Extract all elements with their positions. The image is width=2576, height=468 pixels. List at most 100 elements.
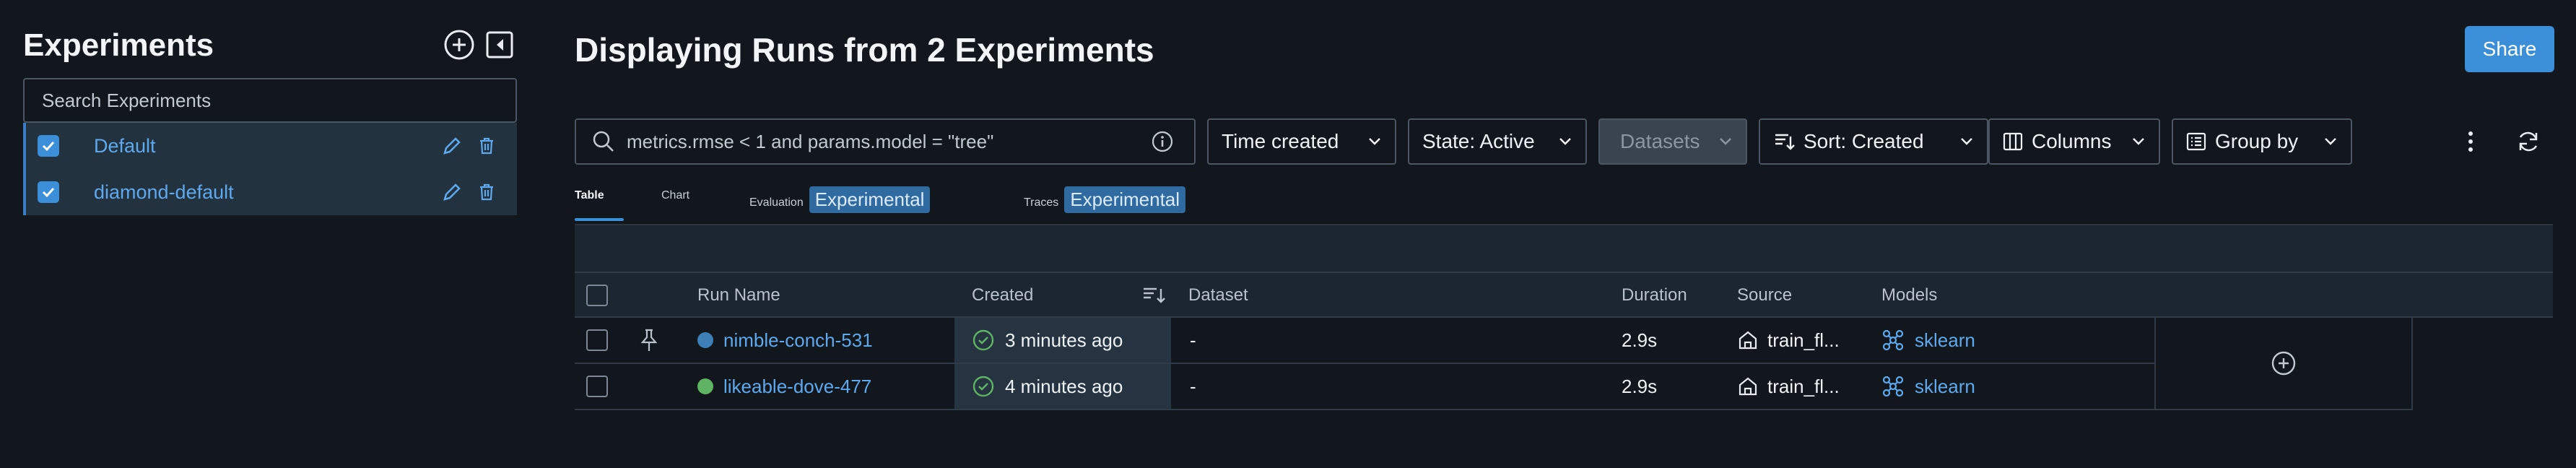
kebab-menu-icon: [2468, 131, 2473, 152]
edit-pencil-icon[interactable]: [442, 136, 462, 156]
check-icon: [42, 141, 55, 152]
sort-label: Sort: Created: [1803, 130, 1924, 152]
sort-dropdown[interactable]: Sort: Created: [1759, 118, 1988, 165]
list-group-icon: [2186, 132, 2206, 151]
experiment-checkbox[interactable]: [38, 181, 59, 203]
state-label: State: Active: [1422, 130, 1535, 152]
state-dropdown[interactable]: State: Active: [1408, 118, 1587, 165]
dataset-cell: -: [1190, 329, 1196, 351]
experiment-checkbox[interactable]: [38, 135, 59, 157]
source-text: train_fl...: [1767, 375, 1840, 397]
time-created-dropdown[interactable]: Time created: [1207, 118, 1396, 165]
header-created[interactable]: Created: [972, 273, 1167, 318]
model-link[interactable]: sklearn: [1915, 329, 1975, 352]
experiment-item[interactable]: Default: [23, 123, 517, 169]
chevron-down-icon: [1559, 138, 1571, 145]
select-all-cell: [586, 273, 608, 318]
datasets-label: Datasets: [1620, 130, 1700, 152]
header-run-name[interactable]: Run Name: [697, 273, 780, 318]
model-icon: [1882, 376, 1904, 397]
search-icon: [593, 131, 614, 152]
more-options-button[interactable]: [2458, 129, 2484, 155]
chevron-down-icon: [2325, 138, 2336, 145]
model-link[interactable]: sklearn: [1915, 376, 1975, 398]
tab-traces[interactable]: Traces Experimental: [1024, 186, 1186, 224]
run-name-link[interactable]: nimble-conch-531: [723, 329, 873, 352]
tab-chart[interactable]: Chart: [661, 189, 689, 227]
experiment-item[interactable]: diamond-default: [23, 169, 517, 215]
tab-table[interactable]: Table: [575, 189, 604, 227]
group-by-dropdown[interactable]: Group by: [2172, 118, 2352, 165]
sidebar-collapse-icon: [486, 31, 513, 58]
run-name-cell: likeable-dove-477: [697, 364, 871, 409]
tab-evaluation[interactable]: Evaluation Experimental: [749, 186, 931, 224]
header-duration[interactable]: Duration: [1622, 273, 1687, 318]
run-name-link[interactable]: likeable-dove-477: [723, 376, 871, 398]
collapse-sidebar-button[interactable]: [482, 27, 517, 62]
experimental-badge: Experimental: [1064, 186, 1186, 213]
models-cell[interactable]: sklearn: [1881, 318, 1975, 363]
chevron-down-icon: [1720, 138, 1731, 145]
columns-icon: [2003, 132, 2023, 151]
pin-icon: [640, 329, 658, 351]
created-cell: 3 minutes ago: [972, 318, 1123, 363]
table-row[interactable]: nimble-conch-531 3 minutes ago - 2.9s tr…: [575, 318, 2154, 364]
duration-cell: 2.9s: [1622, 329, 1658, 351]
row-checkbox[interactable]: [586, 376, 608, 397]
table-group-header: [575, 224, 2553, 272]
chevron-down-icon: [1961, 138, 1972, 145]
info-icon[interactable]: [1151, 130, 1174, 153]
search-experiments-input[interactable]: Search Experiments: [23, 78, 517, 123]
page-title: Displaying Runs from 2 Experiments: [575, 31, 1154, 69]
source-cell[interactable]: train_fl...: [1737, 364, 1840, 409]
edit-pencil-icon[interactable]: [442, 182, 462, 202]
search-query-text: metrics.rmse < 1 and params.model = "tre…: [627, 130, 994, 152]
chevron-down-icon: [2133, 138, 2144, 145]
plus-circle-icon: [444, 30, 474, 60]
run-search-input[interactable]: metrics.rmse < 1 and params.model = "tre…: [575, 118, 1196, 165]
header-models[interactable]: Models: [1881, 273, 1937, 318]
sort-icon: [1775, 134, 1795, 150]
experimental-badge: Experimental: [809, 186, 931, 213]
pin-button[interactable]: [638, 318, 660, 363]
table-row[interactable]: likeable-dove-477 4 minutes ago - 2.9s t…: [575, 364, 2154, 410]
trash-icon[interactable]: [478, 136, 495, 155]
check-icon: [42, 187, 55, 198]
check-circle-icon: [972, 376, 994, 397]
notebook-home-icon: [1739, 331, 1757, 350]
header-dataset[interactable]: Dataset: [1188, 273, 1248, 318]
created-text: 4 minutes ago: [1005, 375, 1123, 397]
chevron-down-icon: [1369, 138, 1380, 145]
experiment-name[interactable]: Default: [94, 135, 156, 157]
header-created-label: Created: [972, 285, 1034, 305]
notebook-home-icon: [1739, 377, 1757, 396]
time-created-label: Time created: [1222, 130, 1339, 152]
refresh-button[interactable]: [2515, 129, 2541, 155]
created-text: 3 minutes ago: [1005, 329, 1123, 351]
header-source[interactable]: Source: [1737, 273, 1792, 318]
duration-cell: 2.9s: [1622, 375, 1658, 397]
search-placeholder: Search Experiments: [42, 89, 212, 111]
sort-desc-icon[interactable]: [1142, 285, 1167, 306]
refresh-icon: [2519, 131, 2538, 152]
created-cell: 4 minutes ago: [972, 364, 1123, 409]
experiment-list: Default diamond-default: [23, 123, 517, 215]
datasets-dropdown: Datasets: [1598, 118, 1747, 165]
dataset-cell: -: [1190, 375, 1196, 397]
run-color-dot: [697, 378, 713, 394]
models-cell[interactable]: sklearn: [1881, 364, 1975, 409]
columns-dropdown[interactable]: Columns: [1988, 118, 2160, 165]
create-experiment-button[interactable]: [442, 27, 477, 62]
experiment-name[interactable]: diamond-default: [94, 181, 234, 204]
source-cell[interactable]: train_fl...: [1737, 318, 1840, 363]
plus-circle-icon[interactable]: [2271, 350, 2297, 376]
select-all-checkbox[interactable]: [586, 285, 608, 306]
experiments-sidebar: Experiments Search Experiments Default d…: [0, 0, 530, 468]
trash-icon[interactable]: [478, 183, 495, 202]
tab-evaluation-label: Evaluation: [749, 196, 804, 209]
add-column-area: [2154, 318, 2413, 410]
run-name-cell: nimble-conch-531: [697, 318, 873, 363]
share-button[interactable]: Share: [2465, 26, 2554, 72]
row-checkbox[interactable]: [586, 329, 608, 351]
tab-traces-label: Traces: [1024, 196, 1059, 209]
